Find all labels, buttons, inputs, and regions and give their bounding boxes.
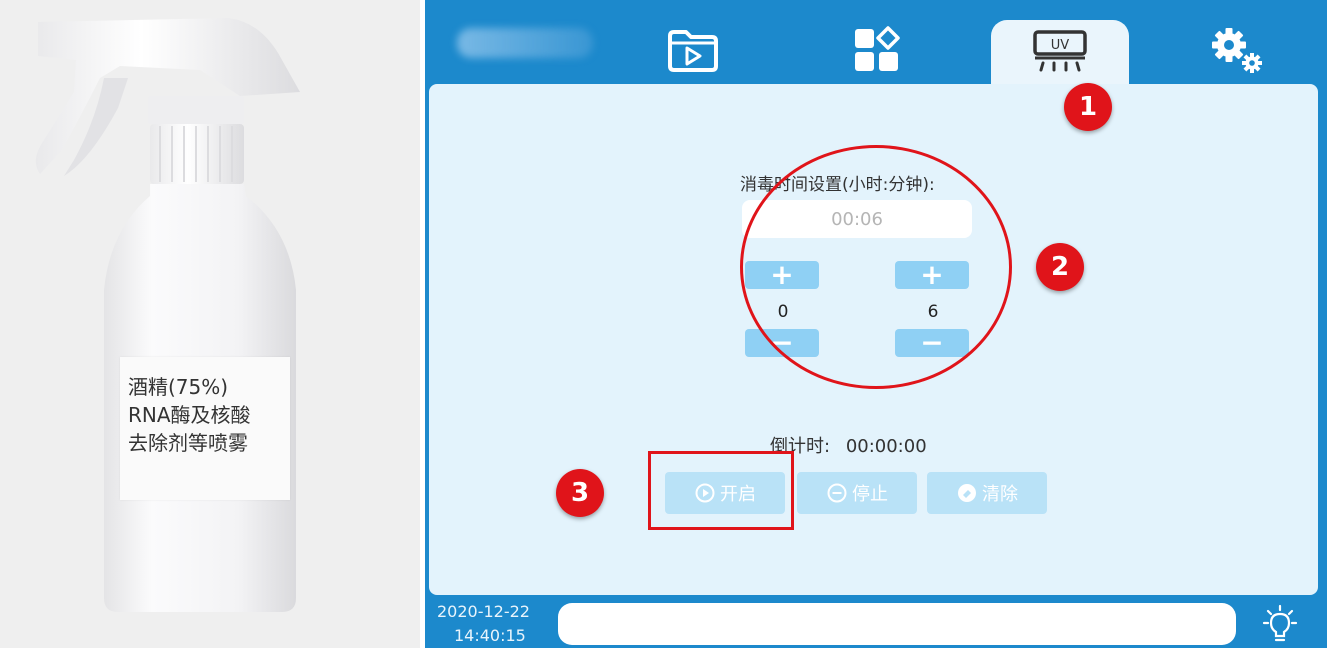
uv-lamp-text: UV <box>1051 38 1070 53</box>
annotation-badge-2: 2 <box>1036 243 1084 291</box>
stop-button[interactable]: 停止 <box>797 472 917 514</box>
lightbulb-icon[interactable] <box>1258 604 1302 646</box>
tab-uv[interactable]: UV <box>1000 18 1120 82</box>
product-photo: 酒精(75%) RNA酶及核酸 去除剂等喷雾 <box>0 0 420 648</box>
annotation-badge-3: 3 <box>556 469 604 517</box>
date-text: 2020-12-22 <box>437 602 530 621</box>
annotation-box <box>648 451 794 530</box>
label-line-2: RNA酶及核酸 <box>128 403 251 427</box>
spray-bottle-image <box>35 18 300 612</box>
clear-button-label: 清除 <box>982 484 1018 505</box>
eraser-icon <box>958 484 976 502</box>
status-bar <box>558 603 1236 645</box>
countdown-value: 00:00:00 <box>845 436 927 457</box>
settings-gears-icon <box>1212 28 1262 73</box>
uv-lamp-icon: UV <box>1033 30 1087 72</box>
clear-button[interactable]: 清除 <box>927 472 1047 514</box>
video-folder-icon <box>668 30 718 72</box>
annotation-circle <box>740 145 1012 389</box>
brand-logo <box>457 28 593 58</box>
label-line-3: 去除剂等喷雾 <box>128 431 248 455</box>
time-text: 14:40:15 <box>454 626 526 645</box>
stop-icon <box>827 483 847 503</box>
tab-video-folder[interactable] <box>633 18 753 82</box>
apps-grid-icon <box>855 26 900 71</box>
stop-button-label: 停止 <box>852 484 888 505</box>
label-line-1: 酒精(75%) <box>128 375 229 399</box>
annotation-badge-1: 1 <box>1064 83 1112 131</box>
datetime-display: 2020-12-22 14:40:15 <box>437 600 530 648</box>
tab-apps[interactable] <box>817 18 937 82</box>
bottle-label: 酒精(75%) RNA酶及核酸 去除剂等喷雾 <box>120 357 290 500</box>
tab-settings[interactable] <box>1177 18 1297 82</box>
